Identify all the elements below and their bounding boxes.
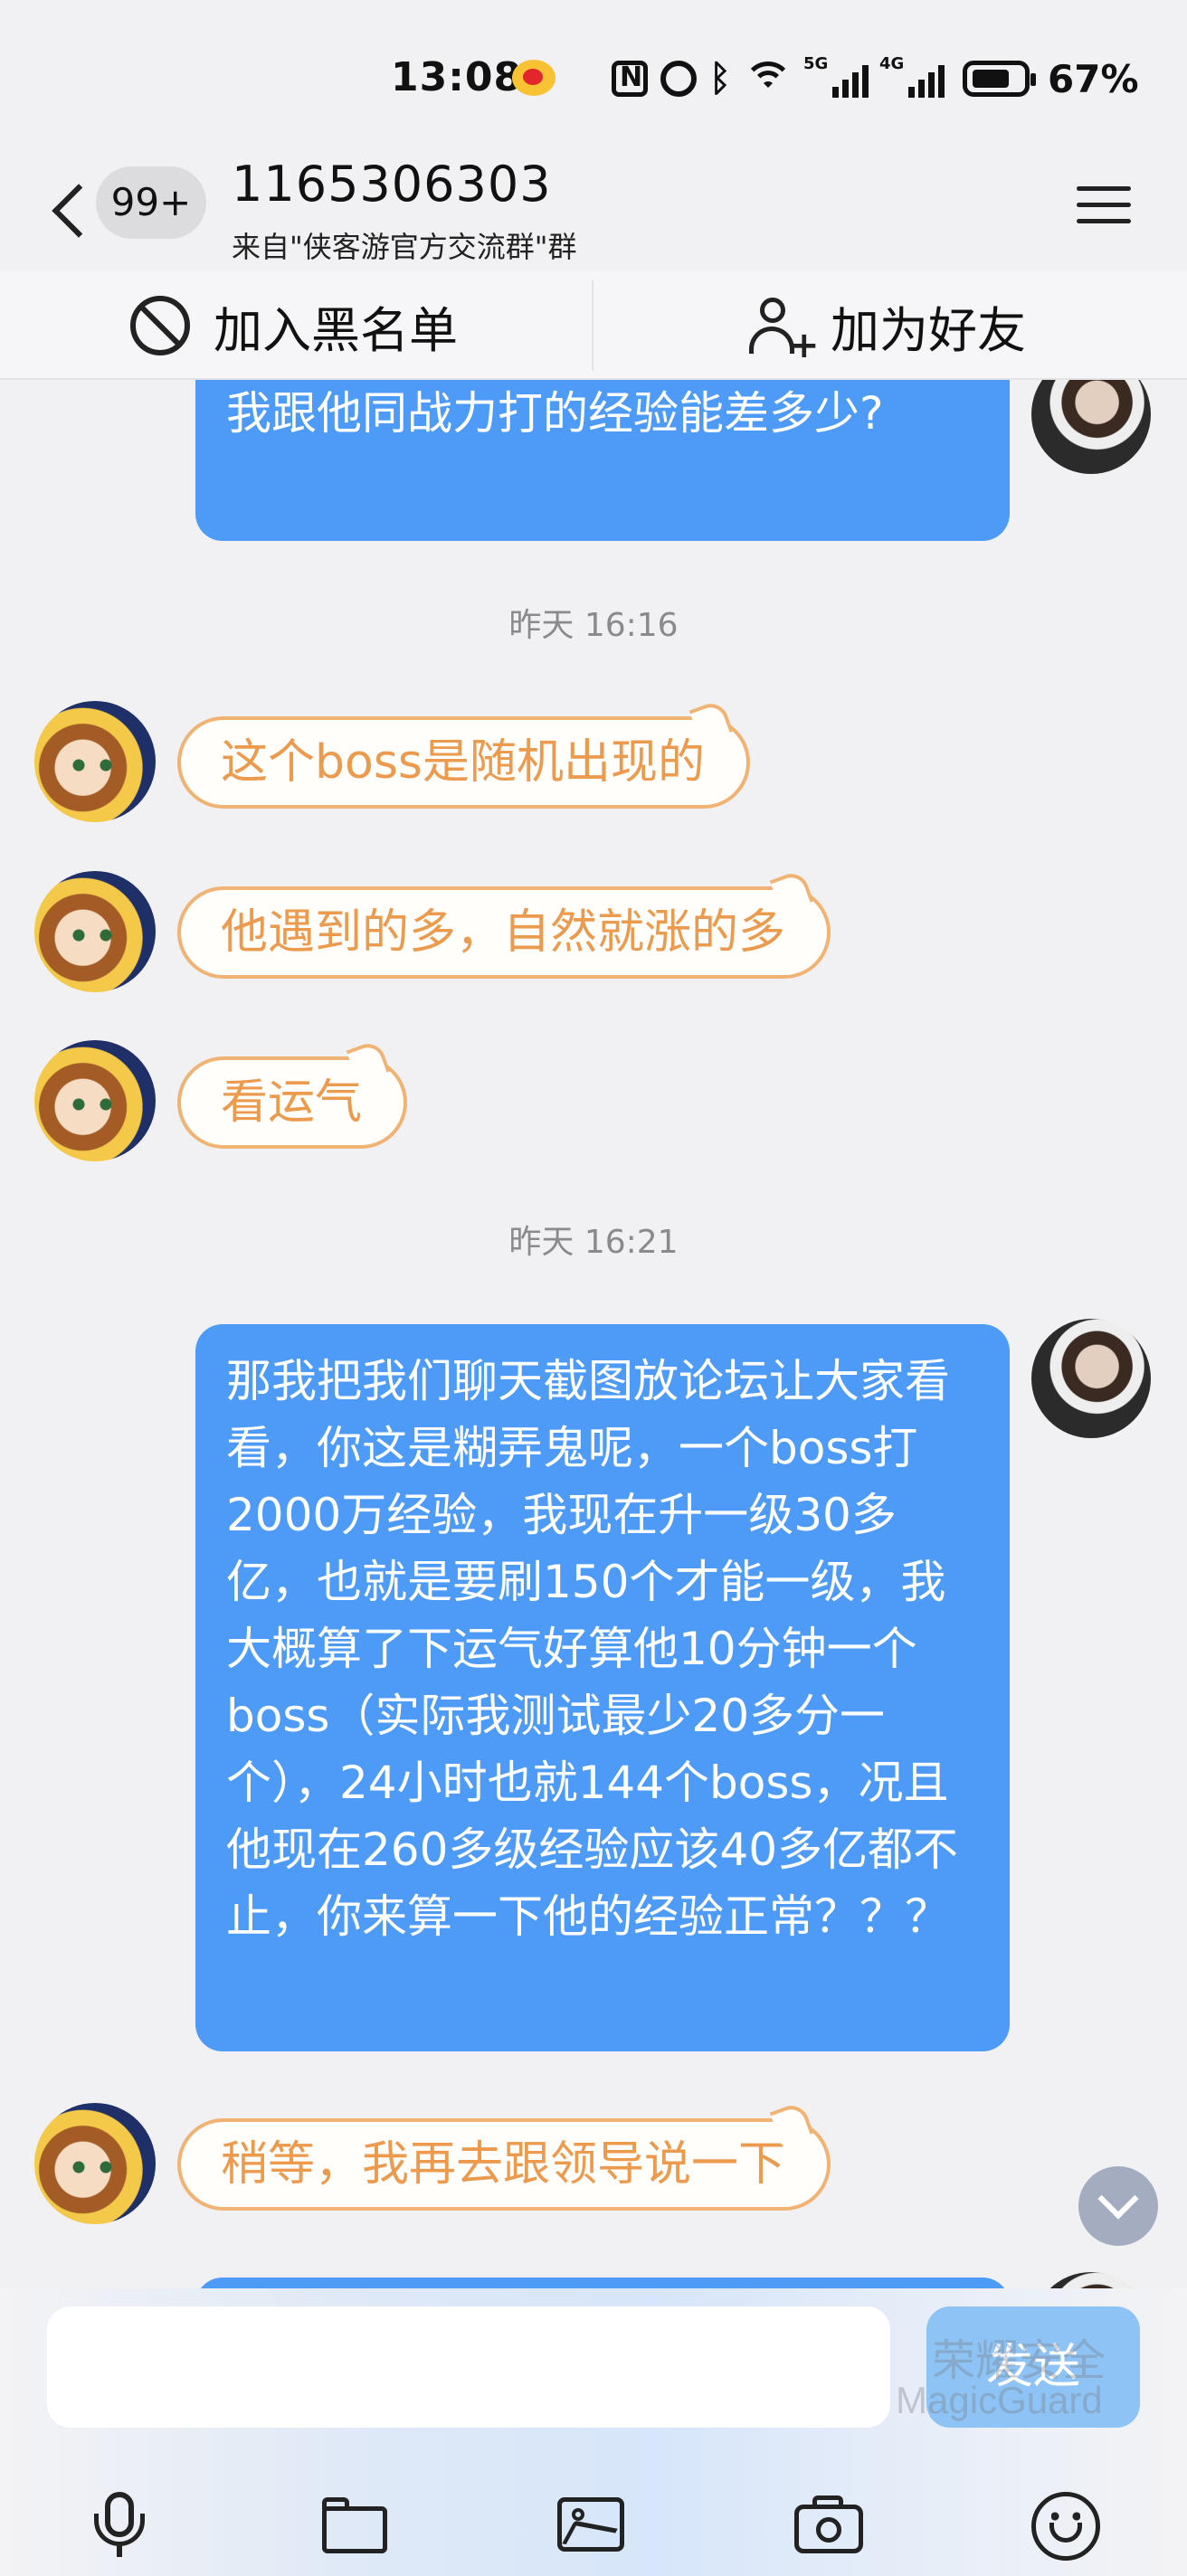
- unread-badge[interactable]: 99+: [96, 166, 206, 239]
- other-message-bubble[interactable]: 他遇到的多，自然就涨的多: [177, 886, 831, 979]
- self-avatar[interactable]: [1031, 2272, 1151, 2288]
- self-message-bubble[interactable]: 我跟他同战力打的经验能差多少?: [195, 380, 1010, 541]
- block-label: 加入黑名单: [214, 301, 458, 359]
- block-button[interactable]: 加入黑名单: [130, 271, 458, 380]
- emoji-icon[interactable]: [1031, 2492, 1100, 2561]
- status-bar: 13:08 ᛒ 5G 4G 67%: [0, 0, 1187, 154]
- chat-messages[interactable]: 我跟他同战力打的经验能差多少? 昨天 16:16 这个boss是随机出现的 他遇…: [0, 380, 1187, 2288]
- message-timestamp: 昨天 16:21: [508, 1224, 679, 1261]
- other-message-bubble[interactable]: 看运气: [177, 1056, 408, 1149]
- other-avatar[interactable]: [34, 701, 156, 822]
- chat-subtitle: 来自"侠客游官方交流群"群: [232, 230, 577, 264]
- image-icon[interactable]: [557, 2492, 624, 2557]
- signal-5g-icon: 5G: [803, 54, 869, 98]
- folder-icon[interactable]: [320, 2492, 387, 2557]
- menu-icon[interactable]: [1077, 177, 1131, 232]
- other-avatar[interactable]: [34, 2103, 156, 2224]
- signal-4g-icon: 4G: [879, 54, 945, 98]
- message-timestamp: 昨天 16:16: [508, 607, 679, 644]
- back-icon[interactable]: [47, 179, 92, 242]
- block-icon: [130, 296, 190, 355]
- battery-icon: [963, 61, 1036, 97]
- weibo-notification-icon: [512, 60, 556, 96]
- self-message-bubble-partial[interactable]: [195, 2278, 1010, 2288]
- other-avatar[interactable]: [34, 871, 156, 992]
- self-message-bubble[interactable]: 那我把我们聊天截图放论坛让大家看看，你这是糊弄鬼呢，一个boss打2000万经验…: [195, 1324, 1010, 2051]
- input-area: 发送 荣耀安全 MagicGuard: [0, 2288, 1187, 2576]
- watermark: MagicGuard: [896, 2379, 1103, 2421]
- stranger-action-bar: 加入黑名单 + 加为好友: [0, 271, 1187, 380]
- self-avatar[interactable]: [1031, 1319, 1151, 1438]
- battery-percent: 67%: [1048, 56, 1139, 101]
- wifi-icon: [744, 60, 793, 98]
- add-friend-label: 加为好友: [831, 301, 1026, 359]
- add-friend-button[interactable]: + 加为好友: [747, 271, 1026, 380]
- camera-icon[interactable]: [794, 2492, 863, 2557]
- add-friend-icon: +: [747, 296, 820, 364]
- mic-icon[interactable]: [87, 2492, 152, 2557]
- chat-header: 99+ 1165306303 来自"侠客游官方交流群"群: [0, 154, 1187, 271]
- nfc-icon: [612, 61, 648, 97]
- other-message-bubble[interactable]: 稍等，我再去跟领导说一下: [177, 2118, 831, 2211]
- message-input[interactable]: [47, 2306, 890, 2428]
- status-icons: ᛒ 5G 4G 67%: [612, 54, 1139, 101]
- other-avatar[interactable]: [34, 1040, 156, 1161]
- chat-title: 1165306303: [232, 156, 552, 213]
- other-message-bubble[interactable]: 这个boss是随机出现的: [177, 716, 751, 809]
- self-avatar[interactable]: [1031, 380, 1151, 474]
- scroll-to-bottom-button[interactable]: [1078, 2166, 1158, 2246]
- divider: [592, 280, 594, 371]
- bluetooth-icon: ᛒ: [709, 58, 731, 99]
- alarm-icon: [660, 61, 697, 97]
- status-time: 13:08: [391, 54, 523, 100]
